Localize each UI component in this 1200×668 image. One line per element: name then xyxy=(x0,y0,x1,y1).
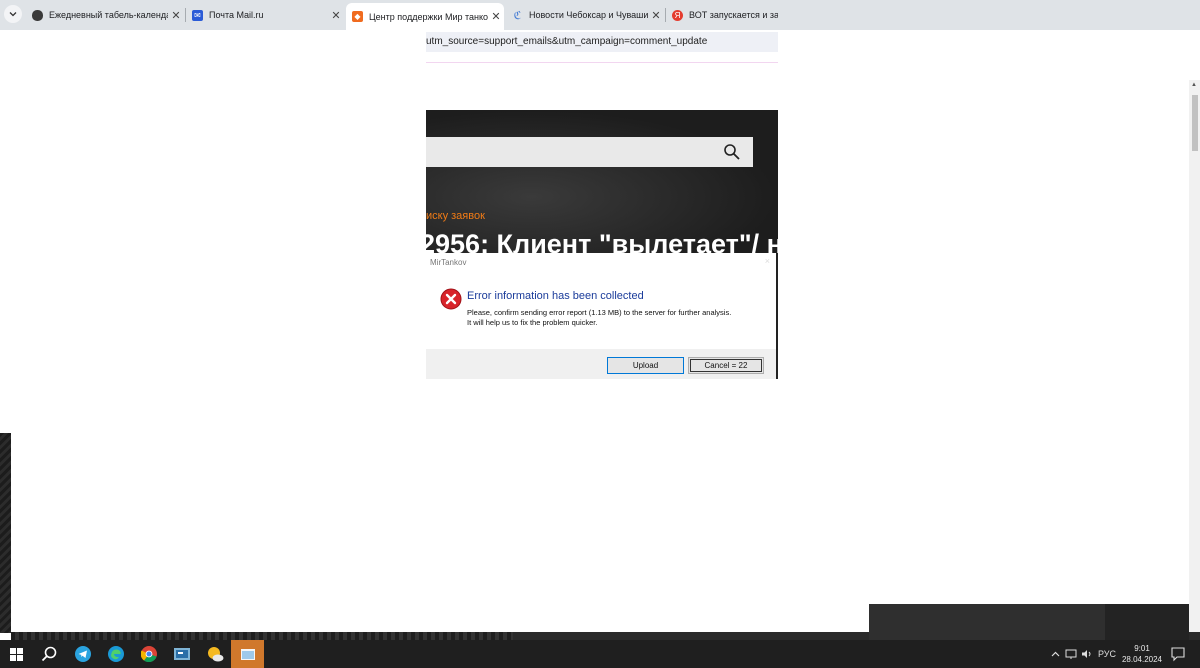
support-icon: ◆ xyxy=(352,11,363,22)
tab-close-icon[interactable]: ✕ xyxy=(648,9,664,22)
tab-title: Новости Чебоксар и Чувашии xyxy=(529,10,648,20)
url-divider xyxy=(426,62,778,63)
dialog-footer: Upload Cancel = 22 xyxy=(426,349,776,379)
tab-search-button[interactable] xyxy=(4,5,22,23)
ticket-title: 2956: Клиент "вылетает"/ не xyxy=(426,229,778,255)
error-icon xyxy=(440,288,462,310)
dialog-message-line2: It will help us to fix the problem quick… xyxy=(467,318,598,327)
background-window-panel xyxy=(1105,604,1189,640)
windows-taskbar: РУС 9:01 28.04.2024 xyxy=(0,640,1200,668)
search-button[interactable] xyxy=(32,640,65,668)
windows-start-icon xyxy=(10,647,23,661)
scrollbar-thumb[interactable] xyxy=(1192,95,1198,151)
support-search-input[interactable] xyxy=(426,137,753,167)
background-window-panel xyxy=(869,604,1105,640)
volume-icon[interactable] xyxy=(1080,640,1094,668)
page-background xyxy=(0,30,426,433)
clock-time: 9:01 xyxy=(1134,644,1150,653)
tab-title: Центр поддержки Мир танков xyxy=(369,11,488,22)
background-window-edge xyxy=(0,433,11,633)
tab-title: ВОТ запускается и закры xyxy=(689,10,778,20)
breadcrumb[interactable]: иску заявок xyxy=(426,210,485,222)
explorer-button[interactable] xyxy=(165,640,198,668)
chrome-button[interactable] xyxy=(132,640,165,668)
url-fragment[interactable]: utm_source=support_emails&utm_campaign=c… xyxy=(426,32,778,52)
telegram-button[interactable] xyxy=(66,640,99,668)
browser-tab-3-active[interactable]: ◆ Центр поддержки Мир танков ✕ xyxy=(346,3,504,30)
language-indicator[interactable]: РУС xyxy=(1096,640,1118,668)
tab-title: Ежедневный табель-календар xyxy=(49,10,168,20)
dialog-app-name: MirTankov xyxy=(430,258,467,267)
support-hero-banner: иску заявок 2956: Клиент "вылетает"/ не xyxy=(426,110,778,255)
cancel-button[interactable]: Cancel = 22 xyxy=(688,357,764,374)
tab-close-icon[interactable]: ✕ xyxy=(488,10,504,23)
explorer-icon xyxy=(173,648,190,660)
tab-title: Почта Mail.ru xyxy=(209,10,264,20)
tab-close-icon[interactable]: ✕ xyxy=(168,9,184,22)
network-icon[interactable] xyxy=(1064,640,1078,668)
browser-tab-strip: Ежедневный табель-календар ✕ ✉ Почта Mai… xyxy=(0,0,1200,30)
edge-icon xyxy=(107,646,124,662)
background-window-strip xyxy=(513,632,869,640)
shield-icon xyxy=(32,9,43,21)
tray-overflow-icon[interactable] xyxy=(1048,640,1062,668)
scroll-up-icon[interactable]: ▲ xyxy=(1191,82,1197,88)
dialog-message-line1: Please, confirm sending error report (1.… xyxy=(467,308,732,317)
browser-tab-1[interactable]: Ежедневный табель-календар ✕ xyxy=(26,4,184,26)
notification-icon[interactable] xyxy=(1170,646,1186,662)
weather-button[interactable] xyxy=(198,640,231,668)
news-icon: ℭ xyxy=(513,9,522,22)
search-icon xyxy=(41,646,56,662)
background-window-panel xyxy=(1189,632,1200,640)
yandex-icon: Я xyxy=(672,9,683,21)
mail-icon: ✉ xyxy=(192,9,203,21)
browser-tab-4[interactable]: ℭ Новости Чебоксар и Чувашии ✕ xyxy=(506,4,664,26)
active-window-icon xyxy=(240,648,255,660)
dialog-heading: Error information has been collected xyxy=(467,290,644,302)
start-button[interactable] xyxy=(0,640,33,668)
upload-button[interactable]: Upload xyxy=(607,357,684,374)
clock-date: 28.04.2024 xyxy=(1121,655,1163,664)
background-window-strip xyxy=(11,632,513,640)
active-app-button[interactable] xyxy=(231,640,264,668)
page-scrollbar[interactable]: ▲ xyxy=(1189,80,1200,632)
chevron-down-icon xyxy=(9,12,17,17)
chrome-icon xyxy=(140,646,157,662)
edge-button[interactable] xyxy=(99,640,132,668)
weather-icon xyxy=(207,647,223,662)
tab-close-icon[interactable]: ✕ xyxy=(328,9,344,22)
error-report-dialog: MirTankov × Error information has been c… xyxy=(426,253,778,379)
browser-tab-2[interactable]: ✉ Почта Mail.ru ✕ xyxy=(186,4,344,26)
taskbar-clock[interactable]: 9:01 28.04.2024 xyxy=(1118,643,1166,665)
close-icon[interactable]: × xyxy=(765,256,770,266)
search-icon[interactable] xyxy=(723,143,741,161)
browser-tab-5[interactable]: Я ВОТ запускается и закры xyxy=(666,4,778,26)
telegram-icon xyxy=(74,646,91,662)
